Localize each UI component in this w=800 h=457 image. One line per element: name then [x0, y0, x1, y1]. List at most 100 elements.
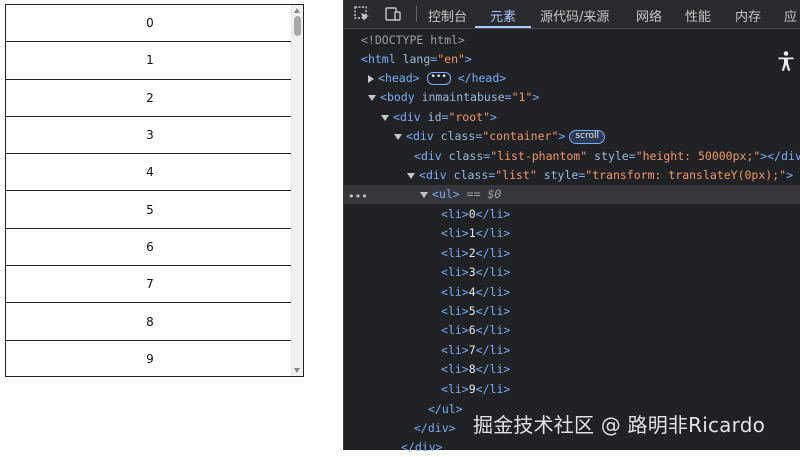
phantom-style-value: "height: 50000px;" — [635, 149, 761, 163]
body-attr: inmaintabuse — [421, 90, 505, 104]
collapse-triangle-icon[interactable] — [394, 133, 402, 140]
li-tag: li — [447, 381, 462, 396]
dom-node-container[interactable]: <div class="container"> scroll — [394, 127, 605, 146]
dom-tree: <!DOCTYPE html> <html lang="en"> <head> … — [344, 30, 800, 454]
device-toolbar-icon[interactable] — [384, 5, 402, 23]
doctype-text: <!DOCTYPE html> — [361, 33, 465, 47]
body-attr-value: "1" — [511, 90, 533, 104]
collapse-triangle-icon[interactable] — [368, 94, 376, 101]
li-close-tag: li — [489, 265, 504, 280]
div-tag: div — [425, 168, 447, 182]
dom-node-body[interactable]: <body inmaintabuse="1"> — [368, 88, 539, 107]
tab-console[interactable]: 控制台 — [428, 6, 467, 25]
class-attr: class — [453, 168, 489, 182]
dom-node-container-close[interactable]: </div> — [401, 438, 443, 457]
phantom-class-value: "list-phantom" — [490, 149, 588, 163]
list-item: 2 — [6, 80, 294, 117]
scroll-up-arrow-icon[interactable] — [294, 8, 300, 13]
scroll-badge[interactable]: scroll — [569, 129, 605, 144]
li-text: 2 — [468, 245, 476, 260]
dom-node-root[interactable]: <div id="root"> — [381, 108, 497, 127]
scrollbar-thumb[interactable] — [294, 16, 301, 36]
id-attr: id — [427, 110, 442, 124]
collapsed-ellipsis[interactable]: ••• — [426, 72, 451, 85]
li-tag: li — [447, 265, 462, 280]
root-value: "root" — [448, 110, 490, 124]
html-tag: html — [367, 52, 396, 66]
li-text: 7 — [468, 342, 476, 357]
li-tag: li — [447, 304, 462, 318]
div-tag: div — [420, 149, 442, 163]
li-close-tag: li — [489, 207, 504, 221]
ul-close-tag: </ul> — [428, 402, 463, 416]
div-close-tag: </div> — [767, 149, 800, 163]
li-tag: li — [447, 226, 462, 241]
tab-performance[interactable]: 性能 — [685, 6, 711, 25]
list-class-value: "list" — [495, 168, 537, 182]
head-close-tag: </head> — [457, 71, 507, 85]
li-text: 1 — [468, 226, 476, 241]
class-attr: class — [448, 149, 484, 163]
li-tag: li — [447, 245, 462, 260]
selected-node-marker: == $0 — [466, 187, 502, 201]
dom-node-li[interactable]: <li>4</li> — [441, 283, 510, 302]
dom-node-head[interactable]: <head> ••• </head> — [368, 69, 506, 88]
li-text: 4 — [468, 284, 476, 299]
tab-sources[interactable]: 源代码/来源 — [540, 6, 609, 25]
dom-node-html[interactable]: <html lang="en"> — [361, 50, 472, 69]
dom-node-li[interactable]: <li>6</li> — [441, 321, 510, 340]
list-item: 4 — [6, 154, 294, 192]
inspect-element-icon[interactable] — [353, 5, 371, 23]
html-lang-value: "en" — [437, 52, 465, 66]
list-scrollbar[interactable] — [291, 5, 303, 376]
expand-triangle-icon[interactable] — [368, 74, 374, 83]
virtual-list-container[interactable]: 0123456789 — [5, 4, 304, 377]
li-text: 0 — [468, 207, 476, 221]
li-tag: li — [447, 207, 462, 221]
collapse-triangle-icon[interactable] — [407, 172, 415, 179]
toolbar-separator — [416, 6, 417, 22]
list-item: 3 — [6, 117, 294, 155]
tab-application[interactable]: 应 — [784, 6, 797, 25]
tab-memory[interactable]: 内存 — [735, 6, 761, 25]
dom-node-ul-selected[interactable]: ••• <ul> == $0 — [344, 185, 800, 204]
list-style-value: "transform: translateY(0px);" — [585, 168, 787, 182]
dom-node-li[interactable]: <li>7</li> — [441, 341, 510, 360]
dom-node-li[interactable]: <li>9</li> — [441, 380, 510, 399]
list-item: 9 — [6, 341, 294, 376]
dom-node-li[interactable]: <li>0</li> — [441, 205, 510, 224]
list-item: 7 — [6, 266, 294, 304]
tab-elements[interactable]: 元素 — [490, 6, 516, 25]
collapse-triangle-icon[interactable] — [420, 191, 428, 198]
active-tab-indicator — [475, 26, 531, 28]
row-actions-ellipsis[interactable]: ••• — [348, 187, 368, 206]
collapse-triangle-icon[interactable] — [381, 114, 389, 121]
style-attr: style — [594, 149, 629, 163]
div-close-tag: </div> — [401, 440, 443, 454]
dom-node-li[interactable]: <li>1</li> — [441, 224, 510, 243]
div-tag: div — [399, 110, 421, 124]
dom-node-list-phantom[interactable]: <div class="list-phantom" style="height:… — [414, 147, 800, 166]
li-close-tag: li — [489, 304, 504, 318]
div-close-tag: </div> — [414, 421, 456, 435]
li-text: 8 — [468, 362, 476, 377]
li-text: 5 — [468, 304, 476, 318]
dom-node-li[interactable]: <li>5</li> — [441, 302, 510, 321]
ul-tag: ul — [438, 187, 453, 201]
dom-node-ul-close[interactable]: </ul> — [428, 400, 463, 419]
dom-node-doctype[interactable]: <!DOCTYPE html> — [361, 31, 465, 50]
scroll-down-arrow-icon[interactable] — [294, 368, 300, 373]
dom-node-li[interactable]: <li>8</li> — [441, 360, 510, 379]
li-text: 9 — [468, 381, 476, 396]
dom-node-li[interactable]: <li>3</li> — [441, 263, 510, 282]
dom-node-li[interactable]: <li>2</li> — [441, 244, 510, 263]
list-item: 6 — [6, 229, 294, 267]
li-text: 3 — [468, 265, 476, 280]
li-tag: li — [447, 284, 462, 299]
class-attr: class — [440, 129, 476, 143]
body-tag: body — [386, 90, 415, 104]
dom-node-list-close[interactable]: </div> — [414, 419, 456, 438]
dom-node-list[interactable]: <div class="list" style="transform: tran… — [407, 166, 793, 185]
tab-network[interactable]: 网络 — [636, 6, 662, 25]
li-tag: li — [447, 342, 462, 357]
